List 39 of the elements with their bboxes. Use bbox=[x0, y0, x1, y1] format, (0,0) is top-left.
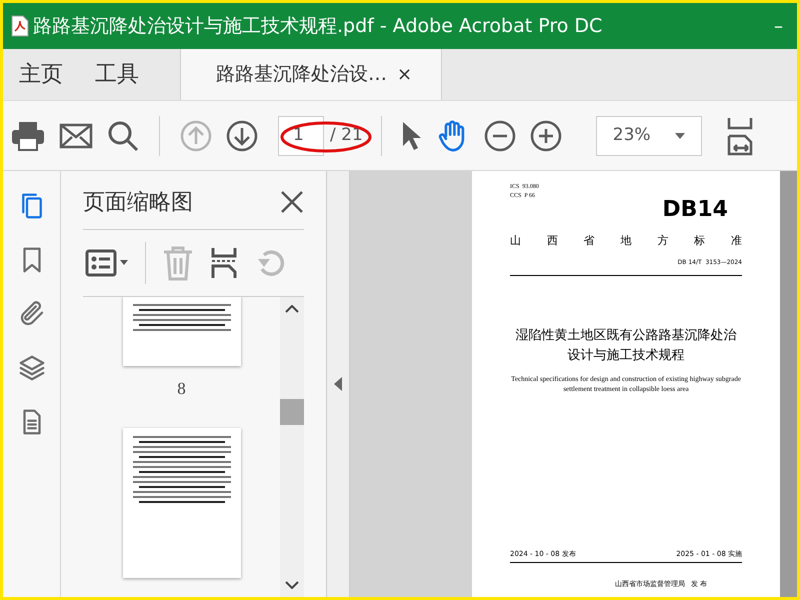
insert-page-icon[interactable] bbox=[210, 246, 238, 280]
standard-logo: DB14 bbox=[662, 199, 728, 221]
zoom-out-icon[interactable] bbox=[484, 120, 516, 152]
standard-category-char: 地 bbox=[620, 233, 632, 249]
caret-icon bbox=[674, 132, 685, 138]
minimize-button[interactable]: – bbox=[768, 12, 789, 40]
standard-category-char: 方 bbox=[657, 233, 668, 249]
panel-title: 页面缩略图 bbox=[83, 188, 193, 216]
standard-category-char: 山 bbox=[510, 233, 521, 249]
collapse-arrow-icon[interactable] bbox=[334, 377, 342, 391]
vertical-scrollbar[interactable] bbox=[780, 171, 797, 597]
zoom-in-icon[interactable] bbox=[530, 120, 562, 152]
standard-category-char: 省 bbox=[584, 233, 595, 249]
document-tab[interactable]: 路路基沉降处治设… × bbox=[180, 49, 442, 100]
scroll-up-icon[interactable] bbox=[285, 305, 299, 313]
pdf-file-icon bbox=[11, 15, 29, 37]
close-icon[interactable] bbox=[280, 190, 304, 214]
scroll-thumb[interactable] bbox=[280, 399, 304, 425]
search-icon[interactable] bbox=[107, 120, 139, 152]
nav-tab[interactable]: 工具 bbox=[79, 49, 155, 100]
document-title: 湿陷性黄土地区既有公路路基沉降处治设计与施工技术规程 bbox=[514, 326, 738, 364]
tab-label: 路路基沉降处治设… bbox=[216, 62, 387, 88]
standard-category-char: 西 bbox=[546, 233, 558, 249]
page-count: / 21 bbox=[330, 124, 363, 147]
printer-icon[interactable] bbox=[11, 120, 45, 152]
fit-page-icon[interactable] bbox=[726, 116, 754, 156]
zoom-dropdown[interactable]: 23% bbox=[596, 116, 702, 156]
tab-close-button[interactable]: × bbox=[397, 61, 412, 88]
page-thumbnail[interactable] bbox=[122, 428, 240, 578]
nav-tab[interactable]: 主页 bbox=[3, 49, 79, 100]
mail-icon[interactable] bbox=[59, 122, 93, 148]
page-thumbnail[interactable] bbox=[122, 297, 240, 366]
standard-category-char: 准 bbox=[730, 233, 742, 249]
vertical-scrollbar[interactable] bbox=[280, 297, 304, 597]
standard-category-char: 标 bbox=[694, 233, 706, 249]
options-icon[interactable] bbox=[85, 249, 129, 277]
window-title: 路路基沉降处治设计与施工技术规程.pdf - Adobe Acrobat Pro DC bbox=[33, 14, 604, 39]
page-number: 8 bbox=[177, 378, 186, 400]
scroll-down-icon[interactable] bbox=[285, 581, 299, 589]
